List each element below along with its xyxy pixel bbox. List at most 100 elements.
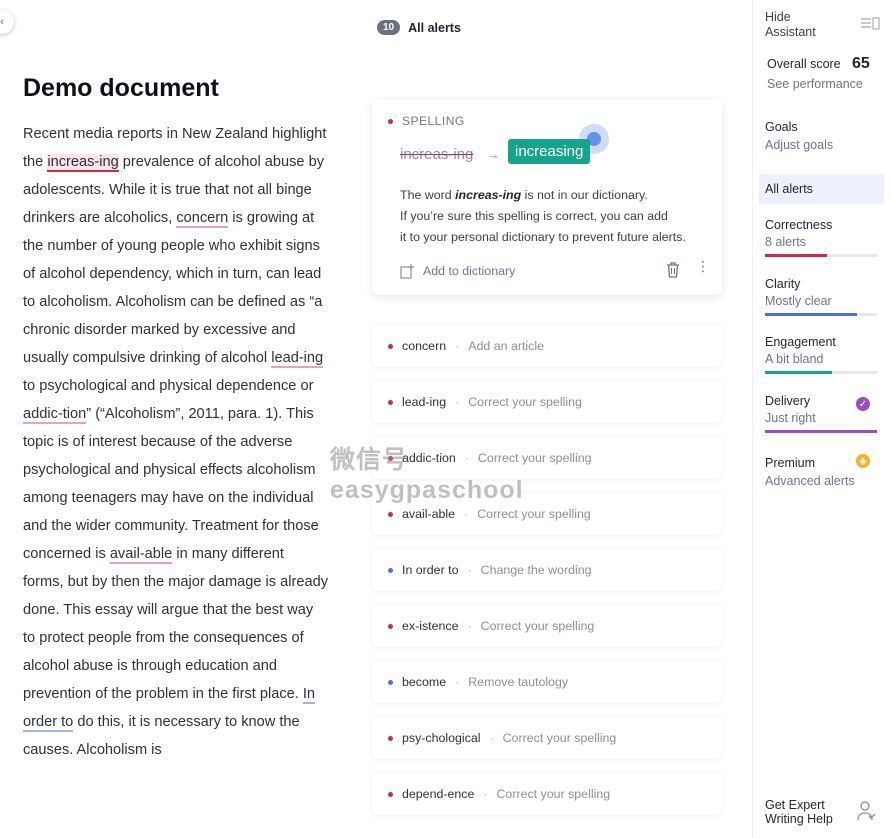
- metric-bar: [765, 371, 877, 374]
- expert-person-icon[interactable]: [856, 800, 876, 822]
- alert-hint: Correct your spelling: [496, 787, 611, 801]
- document-text-run: is growing at the number of young people…: [23, 210, 323, 366]
- metric-bar-fill: [765, 371, 833, 374]
- metric-bar-fill: [765, 430, 877, 433]
- expanded-alert-card[interactable]: SPELLING increas-ing → increasing The wo…: [372, 100, 722, 295]
- alert-row[interactable]: depend-ence · Correct your spelling: [372, 773, 722, 815]
- red-dot-icon: [388, 791, 393, 797]
- more-options-icon[interactable]: ⋮: [696, 259, 710, 273]
- red-dot-icon: [388, 623, 393, 629]
- red-dot-icon: [388, 735, 393, 741]
- alert-term: lead-ing: [402, 395, 447, 409]
- original-word: increas-ing: [400, 146, 474, 163]
- alert-hint: Correct your spelling: [480, 619, 595, 633]
- add-to-dictionary-button[interactable]: Add to dictionary: [400, 263, 515, 279]
- alert-term: ex-istence: [402, 619, 459, 633]
- flagged-word[interactable]: avail-able: [109, 546, 173, 564]
- alert-hint: Correct your spelling: [468, 395, 582, 409]
- metric-bar: [765, 430, 877, 433]
- alert-term: psy-chological: [402, 731, 481, 745]
- hide-panel-icon[interactable]: [860, 17, 880, 31]
- document-text-run: ” (“Alcoholism”, 2011, para. 1). This to…: [23, 406, 319, 562]
- alert-description: The word increas-ing is not in our dicti…: [400, 188, 686, 244]
- alert-hint: Correct your spelling: [477, 451, 592, 465]
- alert-term: depend-ence: [402, 787, 475, 801]
- dictionary-add-icon: [400, 264, 414, 279]
- premium-badge-icon: ◈: [856, 454, 870, 468]
- metric-subtitle: 8 alerts: [765, 235, 806, 249]
- separator: ·: [464, 507, 469, 521]
- separator: ·: [464, 451, 469, 465]
- document-text[interactable]: Recent media reports in New Zealand high…: [23, 120, 328, 764]
- separator: ·: [455, 675, 460, 689]
- goals-button[interactable]: Goals Adjust goals: [765, 118, 833, 154]
- back-button[interactable]: ‹: [0, 10, 14, 34]
- alert-hint: Change the wording: [480, 563, 592, 577]
- metric-engagement[interactable]: Engagement A bit bland: [765, 335, 877, 374]
- overall-score-value: 65: [852, 55, 870, 72]
- all-alerts-tab[interactable]: All alerts: [759, 174, 884, 204]
- document-body[interactable]: Recent media reports in New Zealand high…: [23, 120, 328, 764]
- flagged-word[interactable]: addic-tion: [23, 406, 87, 424]
- red-dot-icon: [388, 511, 393, 517]
- alert-row[interactable]: addic-tion · Correct your spelling: [372, 437, 722, 479]
- alert-hint: Add an article: [468, 339, 544, 353]
- red-dot-icon: [388, 118, 393, 124]
- alert-term: concern: [402, 339, 447, 353]
- alert-hint: Correct your spelling: [477, 507, 591, 521]
- premium-button[interactable]: Premium Advanced alerts: [765, 454, 855, 490]
- alert-term: become: [402, 675, 447, 689]
- document-text-run: in many different forms, but by then the…: [23, 546, 329, 702]
- alert-row[interactable]: In order to · Change the wording: [372, 549, 722, 591]
- suggestion-button[interactable]: increasing: [508, 139, 591, 164]
- alert-term: addic-tion: [402, 451, 456, 465]
- metric-subtitle: Mostly clear: [765, 294, 832, 308]
- separator: ·: [455, 339, 460, 353]
- metric-title: Correctness: [765, 218, 833, 232]
- metric-subtitle: A bit bland: [765, 352, 824, 366]
- separator: ·: [467, 563, 472, 577]
- document-text-run: to psychological and physical dependence…: [23, 378, 314, 394]
- alert-row[interactable]: ex-istence · Correct your spelling: [372, 605, 722, 647]
- alert-row[interactable]: lead-ing · Correct your spelling: [372, 381, 722, 423]
- metric-title: Engagement: [765, 335, 836, 349]
- metric-subtitle: Just right: [765, 411, 816, 425]
- metric-bar: [765, 313, 877, 316]
- check-icon: ✓: [856, 397, 870, 411]
- blue-dot-icon: [388, 567, 393, 573]
- trash-icon[interactable]: [666, 262, 680, 278]
- alerts-header: 10 All alerts: [377, 20, 461, 35]
- overall-score-label[interactable]: Overall score: [767, 57, 841, 71]
- alert-row[interactable]: psy-chological · Correct your spelling: [372, 717, 722, 759]
- separator: ·: [455, 395, 460, 409]
- red-dot-icon: [388, 455, 393, 461]
- document-fade: [0, 810, 340, 838]
- see-performance-link[interactable]: See performance: [767, 77, 863, 91]
- flagged-word[interactable]: increas-ing: [47, 154, 119, 172]
- flagged-word[interactable]: concern: [176, 210, 229, 228]
- alerts-title: All alerts: [408, 20, 461, 35]
- separator: ·: [489, 731, 494, 745]
- alert-row[interactable]: avail-able · Correct your spelling: [372, 493, 722, 535]
- metric-clarity[interactable]: Clarity Mostly clear: [765, 277, 877, 316]
- blue-dot-icon: [388, 679, 393, 685]
- chevron-left-icon: ‹: [0, 16, 4, 28]
- metric-title: Clarity: [765, 277, 801, 291]
- metric-correctness[interactable]: Correctness 8 alerts: [765, 218, 877, 257]
- metric-bar: [765, 254, 877, 257]
- metric-bar-fill: [765, 254, 827, 257]
- separator: ·: [483, 787, 488, 801]
- alert-hint: Correct your spelling: [502, 731, 617, 745]
- alert-category: SPELLING: [388, 114, 465, 128]
- hide-assistant-button[interactable]: Hide Assistant: [765, 10, 816, 40]
- red-dot-icon: [388, 399, 393, 405]
- alert-term: In order to: [402, 563, 459, 577]
- alert-row[interactable]: concern · Add an article: [372, 325, 722, 367]
- alert-hint: Remove tautology: [468, 675, 569, 689]
- alert-count-badge: 10: [377, 20, 401, 35]
- expert-writing-help-button[interactable]: Get Expert Writing Help: [765, 798, 833, 826]
- metric-bar-fill: [765, 313, 857, 316]
- flagged-word[interactable]: lead-ing: [271, 350, 324, 368]
- alert-row[interactable]: become · Remove tautology: [372, 661, 722, 703]
- separator: ·: [467, 619, 472, 633]
